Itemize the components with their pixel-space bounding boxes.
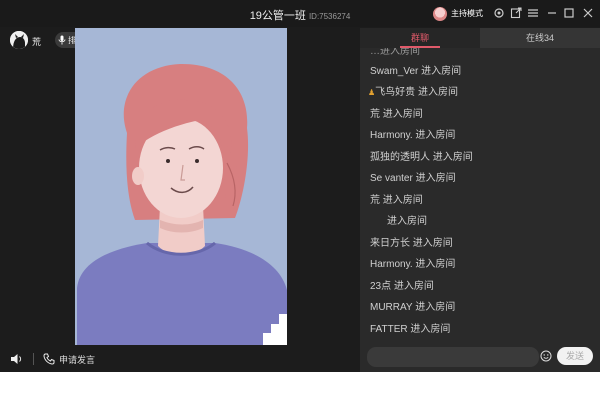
popout-icon[interactable] (510, 7, 522, 19)
video-stage (75, 28, 287, 345)
room-title: 19公管一班 (249, 10, 306, 22)
minimize-icon[interactable] (546, 7, 558, 19)
menu-icon[interactable] (527, 7, 539, 19)
host-mode-button[interactable]: 主持模式 (433, 6, 483, 21)
list-item: 荒 进入房间 (370, 109, 423, 120)
list-item: 来日方长 进入房间 (370, 238, 453, 249)
list-item: 23点 进入房间 (370, 281, 434, 292)
chat-input-bar: 发送 (367, 347, 597, 367)
list-item: 进入房间 (387, 216, 427, 227)
tab-online[interactable]: 在线34 (480, 28, 600, 48)
list-item: 荒 进入房间 (370, 195, 423, 206)
apply-speak-button[interactable]: 申请发言 (59, 353, 95, 366)
host-mode-label: 主持模式 (451, 9, 483, 18)
phone-icon[interactable] (43, 353, 55, 365)
maximize-icon[interactable] (563, 7, 575, 19)
close-icon[interactable] (582, 7, 594, 19)
user-name: 荒 (32, 37, 42, 47)
tab-group-chat[interactable]: 群聊 (360, 28, 480, 48)
message-list[interactable]: …进入房间 Swam_Ver 进入房间 ♟飞鸟好贵 进入房间 荒 进入房间 Ha… (360, 48, 600, 366)
stage-controls: 申请发言 (10, 352, 95, 366)
list-item: MURRAY 进入房间 (370, 302, 456, 313)
chat-panel: 群聊 在线34 …进入房间 Swam_Ver 进入房间 ♟飞鸟好贵 进入房间 荒… (360, 28, 600, 372)
live-room-window: 19公管一班 ID:7536274 主持模式 荒 申请发言 群聊 在线34 …进… (0, 0, 600, 372)
list-item-partial: …进入房间 (370, 48, 420, 57)
list-item: Harmony. 进入房间 (370, 259, 456, 270)
title-bar: 19公管一班 ID:7536274 主持模式 (0, 0, 600, 27)
emoji-icon[interactable] (540, 350, 552, 362)
chat-input[interactable] (367, 347, 539, 367)
list-item: Swam_Ver 进入房间 (370, 66, 462, 77)
room-id: ID:7536274 (308, 12, 351, 21)
microphone-icon (58, 35, 66, 45)
list-item: ♟飞鸟好贵 进入房间 (368, 87, 458, 98)
woman-illustration (75, 28, 287, 345)
chat-tabs: 群聊 在线34 (360, 28, 600, 48)
settings-icon[interactable] (493, 7, 505, 19)
speaker-icon[interactable] (10, 353, 23, 365)
cat-avatar-icon (10, 31, 28, 49)
divider (33, 353, 34, 365)
list-item: FATTER 进入房间 (370, 324, 451, 335)
list-item: Se vanter 进入房间 (370, 173, 456, 184)
send-button[interactable]: 发送 (557, 347, 593, 365)
list-item: Harmony. 进入房间 (370, 130, 456, 141)
host-avatar (433, 6, 447, 21)
user-avatar[interactable] (10, 31, 28, 49)
list-item: 孤独的透明人 进入房间 (370, 152, 473, 163)
